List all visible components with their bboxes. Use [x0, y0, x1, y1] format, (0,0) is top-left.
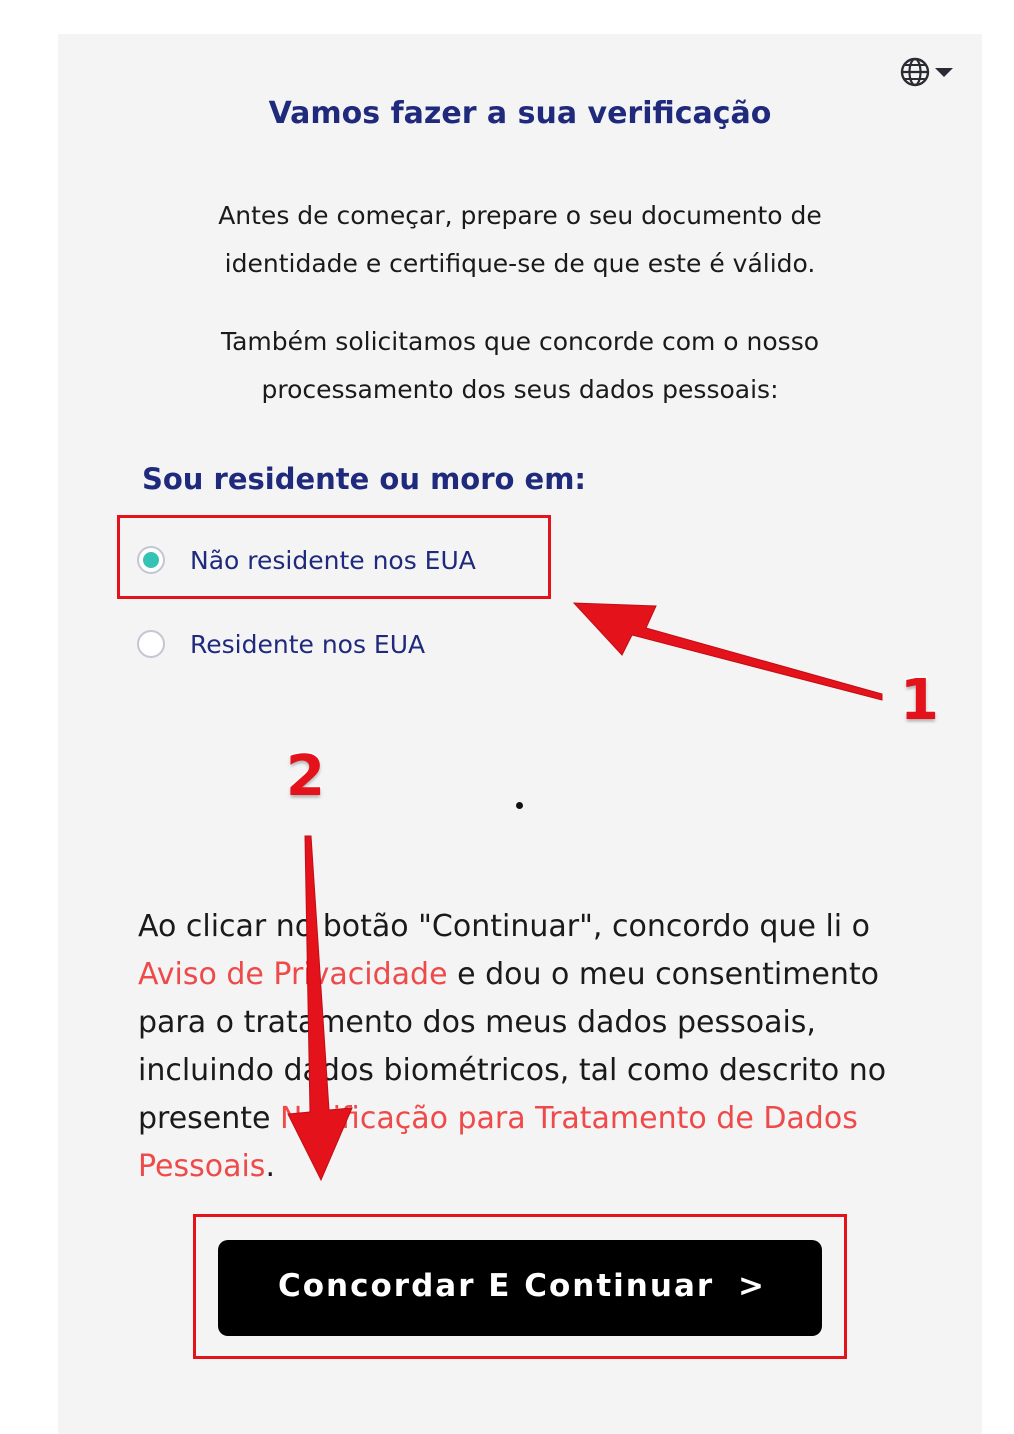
continue-button-label: Concordar E Continuar	[278, 1268, 715, 1304]
privacy-notice-link[interactable]: Aviso de Privacidade	[138, 957, 448, 992]
radio-button-selected[interactable]	[137, 546, 165, 574]
residency-label: Sou residente ou moro em:	[142, 462, 587, 496]
consent-text-part3: .	[265, 1149, 275, 1184]
language-selector[interactable]	[899, 56, 955, 88]
decorative-dot	[516, 802, 523, 809]
page-title: Vamos fazer a sua verificação	[268, 96, 772, 131]
intro-paragraph-document: Antes de começar, prepare o seu document…	[218, 201, 822, 278]
radio-option-non-us-resident[interactable]: Não residente nos EUA	[137, 540, 476, 580]
step-2-label: 2	[285, 743, 327, 811]
globe-icon	[900, 57, 930, 87]
radio-button-unselected[interactable]	[137, 630, 165, 658]
consent-text-part1: Ao clicar no botão "Continuar", concordo…	[138, 909, 871, 944]
chevron-right-icon: >	[738, 1268, 766, 1304]
caret-down-icon	[935, 68, 953, 77]
radio-label-us-resident: Residente nos EUA	[190, 629, 426, 659]
agree-and-continue-button[interactable]: Concordar E Continuar >	[218, 1240, 822, 1336]
intro-paragraph-consent: Também solicitamos que concorde com o no…	[220, 327, 820, 404]
step-1-label: 1	[899, 667, 941, 735]
radio-label-non-us-resident: Não residente nos EUA	[190, 545, 476, 575]
consent-text: Ao clicar no botão "Continuar", concordo…	[138, 903, 898, 1191]
radio-selected-dot	[143, 552, 159, 568]
radio-option-us-resident[interactable]: Residente nos EUA	[137, 624, 425, 664]
